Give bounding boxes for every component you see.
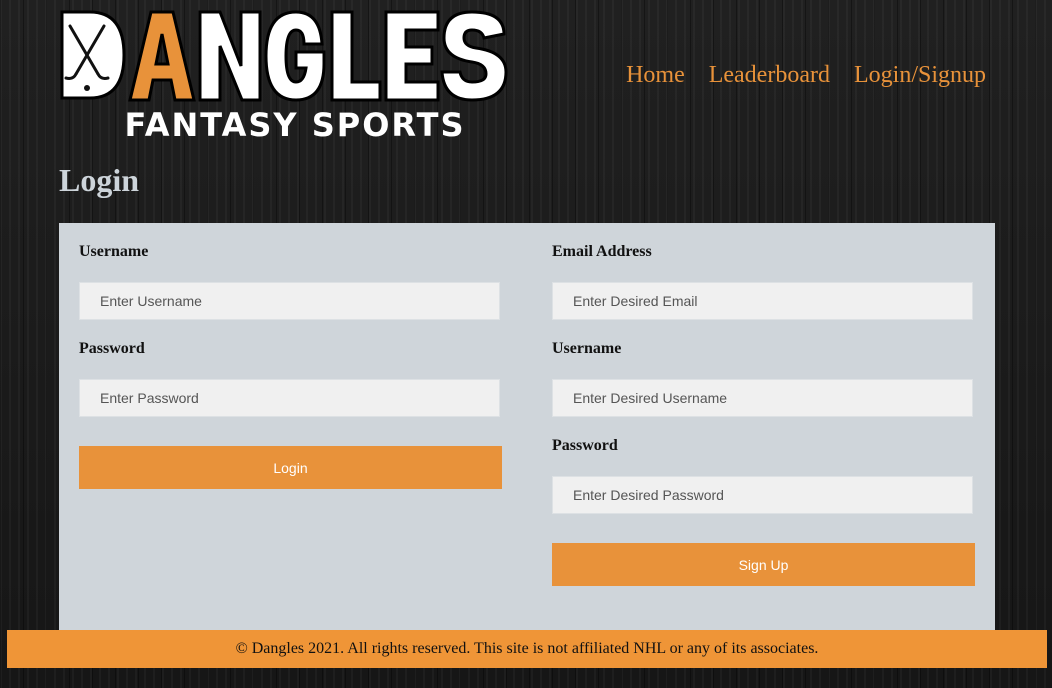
signup-email-label: Email Address	[552, 243, 652, 260]
login-form: Username Password Login	[79, 223, 502, 489]
nav-home[interactable]: Home	[626, 62, 685, 89]
logo-graphic: FANTASY SPORTS	[60, 10, 508, 144]
footer-text: © Dangles 2021. All rights reserved. Thi…	[235, 640, 819, 657]
login-password-input[interactable]	[79, 379, 500, 417]
nav-leaderboard[interactable]: Leaderboard	[709, 62, 830, 89]
login-button[interactable]: Login	[79, 446, 502, 489]
signup-password-input[interactable]	[552, 476, 973, 514]
signup-username-input[interactable]	[552, 379, 973, 417]
nav-login-signup[interactable]: Login/Signup	[854, 62, 986, 89]
auth-panel: Username Password Login Email Address Us…	[59, 223, 995, 643]
logo-tagline: FANTASY SPORTS	[125, 106, 466, 142]
login-username-input[interactable]	[79, 282, 500, 320]
page-title: Login	[59, 162, 140, 198]
signup-button[interactable]: Sign Up	[552, 543, 975, 586]
login-username-label: Username	[79, 243, 149, 260]
signup-password-label: Password	[552, 437, 618, 454]
signup-email-input[interactable]	[552, 282, 973, 320]
site-footer: © Dangles 2021. All rights reserved. Thi…	[7, 630, 1047, 668]
signup-form: Email Address Username Password Sign Up	[552, 223, 975, 586]
main-nav: Home Leaderboard Login/Signup	[626, 62, 986, 89]
login-password-label: Password	[79, 340, 145, 357]
dangles-logo[interactable]: FANTASY SPORTS	[58, 8, 540, 144]
signup-username-label: Username	[552, 340, 622, 357]
